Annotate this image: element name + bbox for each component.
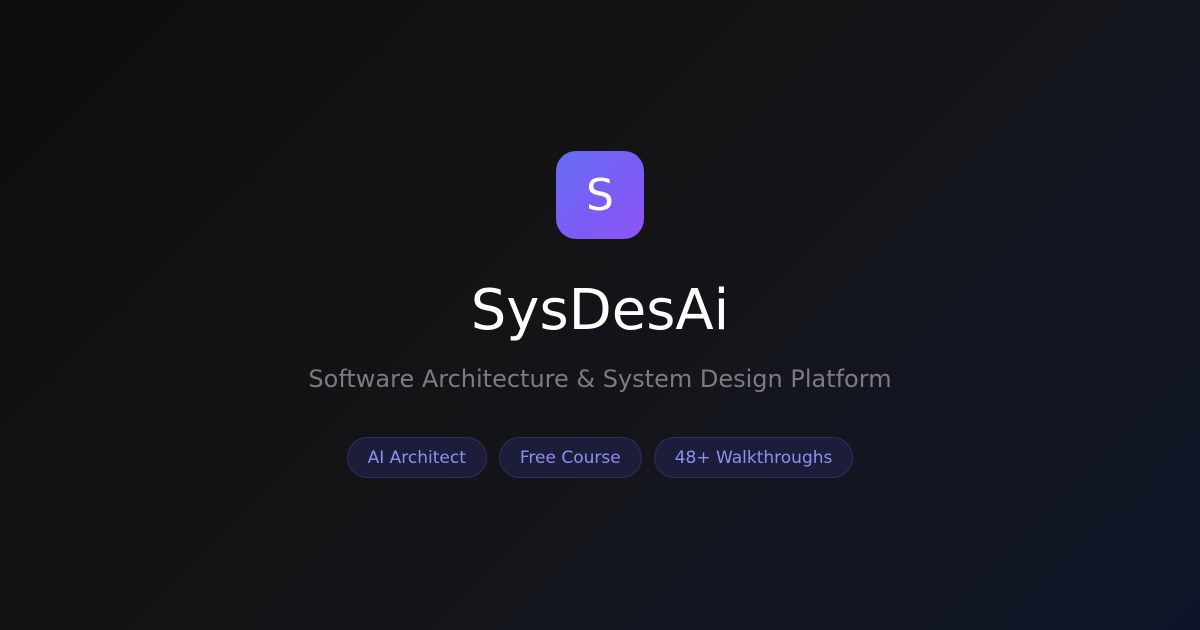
logo-letter: S <box>586 170 614 221</box>
page-title: SysDesAi <box>470 278 730 343</box>
badge-ai-architect: AI Architect <box>346 437 487 478</box>
badge-free-course: Free Course <box>498 437 642 478</box>
page-subtitle: Software Architecture & System Design Pl… <box>308 365 892 393</box>
social-card: S SysDesAi Software Architecture & Syste… <box>0 0 1200 630</box>
app-logo: S <box>556 151 644 239</box>
badge-walkthroughs: 48+ Walkthroughs <box>653 437 854 478</box>
feature-badges: AI Architect Free Course 48+ Walkthrough… <box>0 437 1200 478</box>
